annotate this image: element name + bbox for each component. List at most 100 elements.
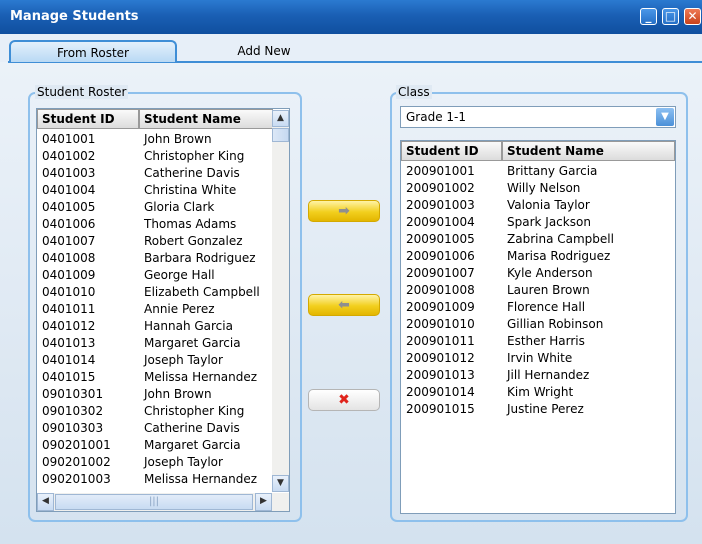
table-row[interactable]: 200901001 Brittany Garcia: [401, 163, 675, 180]
roster-header-student-name[interactable]: Student Name: [139, 109, 273, 129]
table-row[interactable]: 0401003 Catherine Davis: [37, 165, 289, 182]
table-row[interactable]: 0401001 John Brown: [37, 131, 289, 148]
table-row[interactable]: 200901009 Florence Hall: [401, 299, 675, 316]
scroll-down-button[interactable]: ▼: [272, 475, 289, 492]
student-id-cell: 09010302: [42, 404, 104, 418]
table-row[interactable]: 200901007 Kyle Anderson: [401, 265, 675, 282]
student-id-cell: 09010301: [42, 387, 104, 401]
table-row[interactable]: 0401004 Christina White: [37, 182, 289, 199]
student-name-cell: John Brown: [144, 132, 212, 146]
table-row[interactable]: 200901006 Marisa Rodriguez: [401, 248, 675, 265]
student-name-cell: Margaret Garcia: [144, 336, 241, 350]
grip-icon: |||: [148, 496, 160, 507]
student-name-cell: Catherine Davis: [144, 421, 240, 435]
tab-from-roster[interactable]: From Roster: [9, 40, 177, 62]
student-name-cell: Barbara Rodriguez: [144, 251, 256, 265]
student-name-cell: Gloria Clark: [144, 200, 215, 214]
class-header-student-name[interactable]: Student Name: [502, 141, 675, 161]
table-row[interactable]: 200901013 Jill Hernandez: [401, 367, 675, 384]
student-id-cell: 200901001: [406, 164, 475, 178]
window-title: Manage Students: [10, 9, 139, 24]
class-header-student-id[interactable]: Student ID: [401, 141, 502, 161]
student-id-cell: 0401010: [42, 285, 96, 299]
student-name-cell: George Hall: [144, 268, 215, 282]
chevron-down-icon: ▼: [661, 111, 669, 122]
student-name-cell: Robert Gonzalez: [144, 234, 243, 248]
student-name-cell: Zabrina Campbell: [507, 232, 614, 246]
table-row[interactable]: 090201003 Melissa Hernandez: [37, 471, 289, 488]
student-name-cell: Margaret Garcia: [144, 438, 241, 452]
class-list[interactable]: Student ID Student Name 200901001 Brittan…: [400, 140, 676, 514]
table-row[interactable]: 0401015 Melissa Hernandez: [37, 369, 289, 386]
student-id-cell: 0401008: [42, 251, 96, 265]
add-to-class-button[interactable]: ➡: [308, 200, 380, 222]
close-button[interactable]: ✕: [684, 8, 701, 25]
tab-add-new[interactable]: Add New: [200, 40, 328, 62]
table-row[interactable]: 09010301 John Brown: [37, 386, 289, 403]
class-select[interactable]: Grade 1-1 ▼: [400, 106, 676, 128]
table-row[interactable]: 200901008 Lauren Brown: [401, 282, 675, 299]
minimize-button[interactable]: _: [640, 8, 657, 25]
table-row[interactable]: 090201001 Margaret Garcia: [37, 437, 289, 454]
vertical-scroll-thumb[interactable]: [272, 128, 289, 142]
table-row[interactable]: 200901012 Irvin White: [401, 350, 675, 367]
chevron-down-icon: ▼: [277, 478, 284, 488]
table-row[interactable]: 0401002 Christopher King: [37, 148, 289, 165]
scroll-up-button[interactable]: ▲: [272, 110, 289, 127]
student-id-cell: 200901003: [406, 198, 475, 212]
student-id-cell: 200901002: [406, 181, 475, 195]
roster-vertical-scrollbar[interactable]: ▲ ▼: [272, 110, 289, 492]
roster-horizontal-scrollbar[interactable]: ◀ ||| ▶: [37, 493, 272, 511]
student-name-cell: Valonia Taylor: [507, 198, 590, 212]
table-row[interactable]: 200901011 Esther Harris: [401, 333, 675, 350]
class-rows: 200901001 Brittany Garcia 200901002 Willy N…: [401, 163, 675, 418]
table-row[interactable]: 200901010 Gillian Robinson: [401, 316, 675, 333]
table-row[interactable]: 200901004 Spark Jackson: [401, 214, 675, 231]
delete-button[interactable]: ✖: [308, 389, 380, 411]
table-row[interactable]: 0401005 Gloria Clark: [37, 199, 289, 216]
scroll-left-button[interactable]: ◀: [37, 493, 54, 511]
student-name-cell: Willy Nelson: [507, 181, 581, 195]
table-row[interactable]: 0401009 George Hall: [37, 267, 289, 284]
table-row[interactable]: 0401011 Annie Perez: [37, 301, 289, 318]
table-row[interactable]: 090201002 Joseph Taylor: [37, 454, 289, 471]
table-row[interactable]: 200901015 Justine Perez: [401, 401, 675, 418]
student-id-cell: 0401003: [42, 166, 96, 180]
student-name-cell: Catherine Davis: [144, 166, 240, 180]
student-id-cell: 0401002: [42, 149, 96, 163]
table-row[interactable]: 200901014 Kim Wright: [401, 384, 675, 401]
table-row[interactable]: 0401006 Thomas Adams: [37, 216, 289, 233]
student-id-cell: 200901010: [406, 317, 475, 331]
student-id-cell: 200901015: [406, 402, 475, 416]
table-row[interactable]: 200901002 Willy Nelson: [401, 180, 675, 197]
remove-from-class-button[interactable]: ⬅: [308, 294, 380, 316]
table-row[interactable]: 09010302 Christopher King: [37, 403, 289, 420]
dropdown-arrow-button[interactable]: ▼: [656, 108, 674, 126]
table-row[interactable]: 0401010 Elizabeth Campbell: [37, 284, 289, 301]
table-row[interactable]: 09010303 Catherine Davis: [37, 420, 289, 437]
horizontal-scroll-thumb[interactable]: |||: [55, 494, 253, 510]
table-row[interactable]: 200901003 Valonia Taylor: [401, 197, 675, 214]
student-name-cell: Jill Hernandez: [507, 368, 590, 382]
student-id-cell: 200901009: [406, 300, 475, 314]
table-row[interactable]: 0401013 Margaret Garcia: [37, 335, 289, 352]
table-row[interactable]: 0401007 Robert Gonzalez: [37, 233, 289, 250]
table-row[interactable]: 0401008 Barbara Rodriguez: [37, 250, 289, 267]
student-id-cell: 09010303: [42, 421, 104, 435]
title-bar[interactable]: Manage Students _ □ ✕: [0, 0, 702, 34]
student-name-cell: Brittany Garcia: [507, 164, 598, 178]
minimize-icon: _: [645, 9, 652, 23]
student-id-cell: 0401006: [42, 217, 96, 231]
student-id-cell: 200901005: [406, 232, 475, 246]
student-id-cell: 200901011: [406, 334, 475, 348]
student-name-cell: John Brown: [144, 387, 212, 401]
table-row[interactable]: 0401014 Joseph Taylor: [37, 352, 289, 369]
roster-list[interactable]: Student ID Student Name 0401001 John Brow…: [36, 108, 290, 512]
roster-header-student-id[interactable]: Student ID: [37, 109, 139, 129]
maximize-button[interactable]: □: [662, 8, 679, 25]
table-row[interactable]: 0401012 Hannah Garcia: [37, 318, 289, 335]
class-label: Class: [396, 85, 432, 99]
scroll-right-button[interactable]: ▶: [255, 493, 272, 511]
table-row[interactable]: 200901005 Zabrina Campbell: [401, 231, 675, 248]
student-name-cell: Gillian Robinson: [507, 317, 604, 331]
